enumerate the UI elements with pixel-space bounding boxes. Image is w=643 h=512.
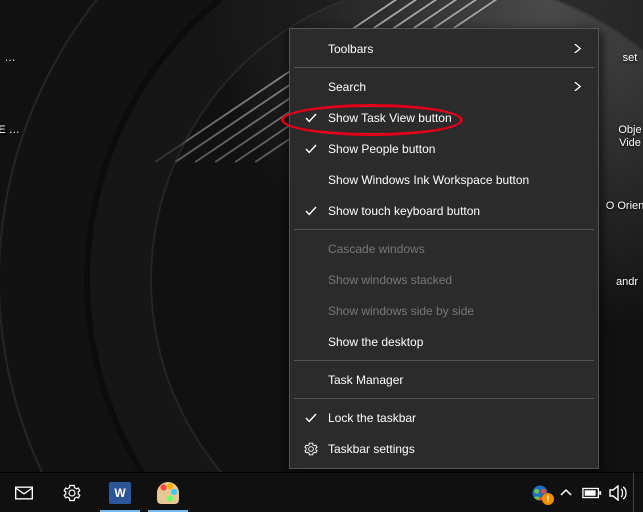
desktop-icon-label[interactable]: andr <box>609 276 643 289</box>
menu-item-side-by-side: Show windows side by side <box>292 295 596 326</box>
menu-label: Show People button <box>320 142 582 156</box>
menu-item-task-manager[interactable]: Task Manager <box>292 364 596 395</box>
menu-label: Show the desktop <box>320 335 582 349</box>
menu-item-show-people[interactable]: Show People button <box>292 133 596 164</box>
word-app-button[interactable]: W <box>96 473 144 512</box>
menu-item-lock-taskbar[interactable]: Lock the taskbar <box>292 402 596 433</box>
desktop-icon-label[interactable]: Obje Vide <box>615 124 643 150</box>
check-icon <box>302 112 320 124</box>
speaker-icon <box>609 485 627 501</box>
chevron-right-icon <box>573 44 582 53</box>
menu-separator <box>294 67 594 68</box>
menu-label: Lock the taskbar <box>320 411 582 425</box>
check-icon <box>302 412 320 424</box>
menu-label: Show Windows Ink Workspace button <box>320 173 582 187</box>
desktop-icon-label[interactable]: E … <box>0 124 20 137</box>
menu-item-show-touch-keyboard[interactable]: Show touch keyboard button <box>292 195 596 226</box>
menu-label: Toolbars <box>320 42 573 56</box>
mail-button[interactable] <box>0 473 48 512</box>
menu-item-cascade: Cascade windows <box>292 233 596 264</box>
battery-tray-button[interactable] <box>579 473 605 512</box>
menu-item-show-ink[interactable]: Show Windows Ink Workspace button <box>292 164 596 195</box>
word-icon: W <box>109 482 131 504</box>
palette-icon <box>157 482 179 504</box>
gear-icon <box>302 442 320 456</box>
menu-item-stacked: Show windows stacked <box>292 264 596 295</box>
menu-label: Task Manager <box>320 373 582 387</box>
volume-tray-button[interactable] <box>605 473 631 512</box>
menu-item-search[interactable]: Search <box>292 71 596 102</box>
desktop-icon-label[interactable]: … <box>0 52 20 65</box>
chevron-up-icon <box>560 487 572 499</box>
menu-label: Show touch keyboard button <box>320 204 582 218</box>
menu-separator <box>294 229 594 230</box>
system-tray: ! <box>527 473 643 512</box>
menu-label: Search <box>320 80 573 94</box>
menu-separator <box>294 360 594 361</box>
taskbar-context-menu: Toolbars Search Show Task View button Sh… <box>289 28 599 469</box>
menu-label: Taskbar settings <box>320 442 582 456</box>
menu-label: Show windows side by side <box>320 304 582 318</box>
gear-icon <box>63 484 81 502</box>
paint-app-button[interactable] <box>144 473 192 512</box>
menu-item-toolbars[interactable]: Toolbars <box>292 33 596 64</box>
desktop-icon-label[interactable]: set <box>615 52 643 65</box>
desktop-icon-label[interactable]: O Orien <box>605 200 643 213</box>
menu-separator <box>294 398 594 399</box>
tray-overflow-button[interactable] <box>553 473 579 512</box>
menu-item-show-desktop[interactable]: Show the desktop <box>292 326 596 357</box>
notification-badge: ! <box>542 493 554 505</box>
menu-item-taskbar-settings[interactable]: Taskbar settings <box>292 433 596 464</box>
check-icon <box>302 143 320 155</box>
menu-label: Cascade windows <box>320 242 582 256</box>
check-icon <box>302 205 320 217</box>
chevron-right-icon <box>573 82 582 91</box>
battery-icon <box>582 487 602 499</box>
menu-label: Show Task View button <box>320 111 582 125</box>
people-tray-button[interactable]: ! <box>527 473 553 512</box>
show-desktop-button[interactable] <box>633 473 639 512</box>
taskbar: W <box>0 472 643 512</box>
settings-button[interactable] <box>48 473 96 512</box>
menu-item-show-task-view[interactable]: Show Task View button <box>292 102 596 133</box>
mail-icon <box>14 483 34 503</box>
menu-label: Show windows stacked <box>320 273 582 287</box>
